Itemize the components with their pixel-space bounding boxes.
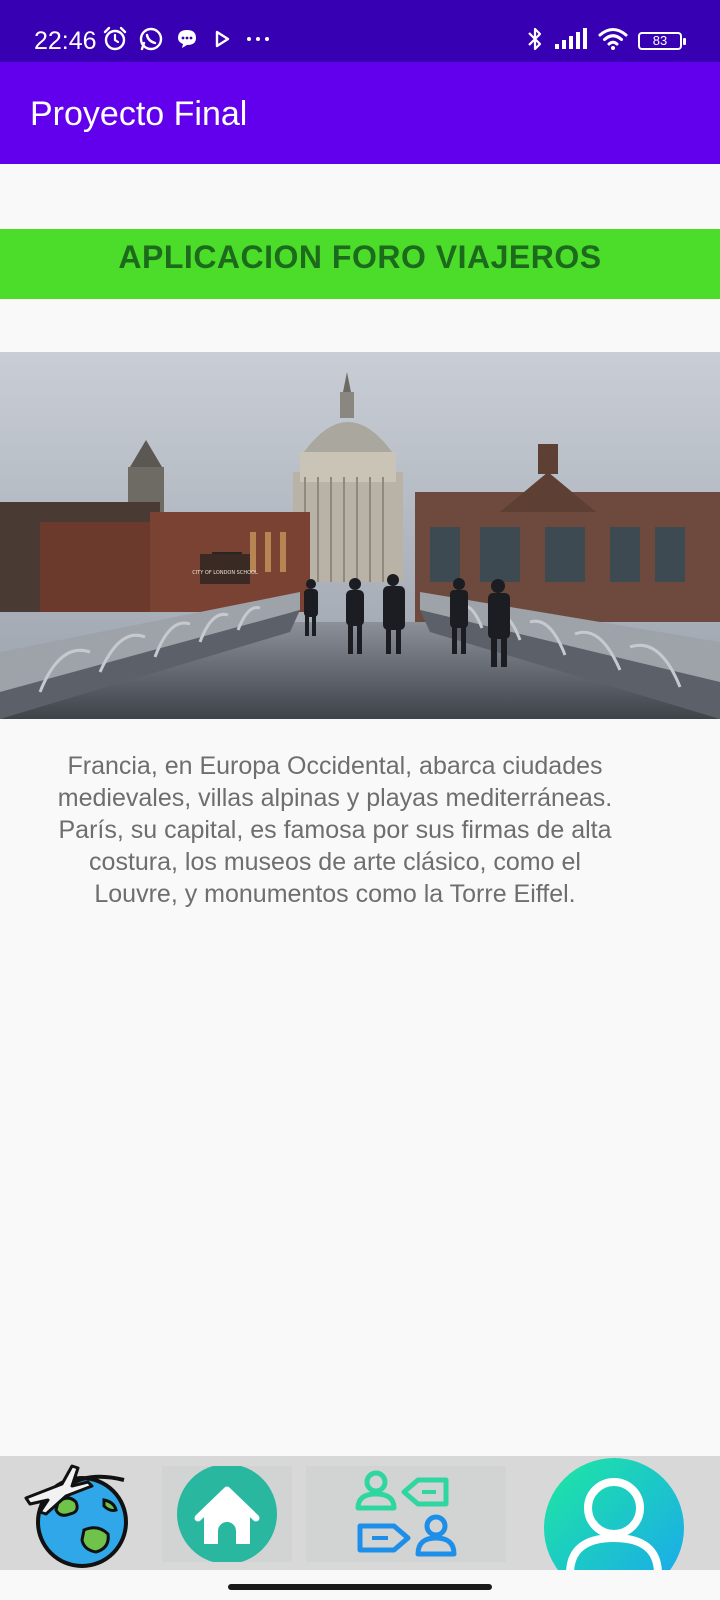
- chat-bubble-icon: [174, 26, 200, 56]
- travel-photo: CITY OF LONDON SCHOOL: [0, 352, 720, 719]
- app-title: Proyecto Final: [30, 95, 248, 133]
- nav-item-travel[interactable]: [18, 1456, 136, 1570]
- description-text: Francia, en Europa Occidental, abarca ci…: [57, 752, 613, 908]
- photo-sign-text: CITY OF LONDON SCHOOL: [192, 570, 258, 576]
- status-left-icons: [102, 26, 272, 56]
- nav-item-profile[interactable]: [544, 1456, 684, 1570]
- status-bar: 22:46 83: [0, 0, 720, 62]
- status-right-icons: 83: [526, 24, 686, 58]
- home-icon: [162, 1464, 292, 1566]
- status-time: 22:46: [34, 27, 97, 55]
- bottom-navigation: [0, 1456, 720, 1570]
- nav-item-home[interactable]: [162, 1464, 292, 1564]
- battery-icon: 83: [638, 32, 686, 50]
- nav-item-forum[interactable]: [306, 1466, 506, 1562]
- bluetooth-icon: [526, 25, 544, 57]
- home-indicator[interactable]: [228, 1584, 492, 1590]
- forum-users-icon: [306, 1470, 506, 1566]
- signal-icon: [554, 27, 588, 55]
- whatsapp-icon: [138, 26, 164, 56]
- banner-text: APLICACION FORO VIAJEROS: [118, 239, 602, 275]
- play-icon: [210, 27, 234, 55]
- more-dots-icon: [244, 27, 272, 55]
- app-bar: Proyecto Final: [0, 62, 720, 164]
- user-profile-icon: [544, 1458, 684, 1570]
- wifi-icon: [598, 27, 628, 55]
- alarm-icon: [102, 26, 128, 56]
- title-banner: APLICACION FORO VIAJEROS: [0, 229, 720, 299]
